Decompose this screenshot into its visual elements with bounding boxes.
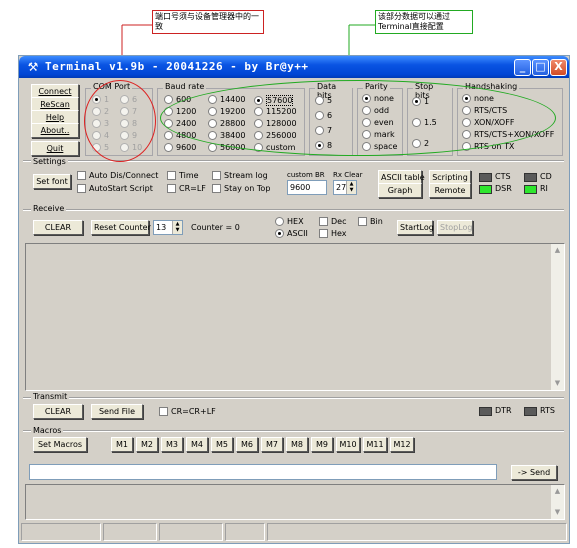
maximize-icon[interactable]: □ — [532, 59, 549, 76]
status-panel — [267, 523, 567, 541]
spinner-arrows-icon[interactable]: ▲ ▼ — [172, 221, 182, 234]
macro-m6-button[interactable]: M6 — [236, 437, 258, 452]
cd-label: CD — [540, 172, 552, 181]
macro-m11-button[interactable]: M11 — [363, 437, 387, 452]
baud-radio[interactable]: 9600 — [164, 143, 196, 152]
scroll-up-icon[interactable]: ▲ — [551, 485, 564, 498]
stay-on-top-checkbox[interactable]: Stay on Top — [212, 184, 270, 193]
bin-checkbox[interactable]: Bin — [358, 217, 383, 226]
status-panel — [225, 523, 265, 541]
quit-button[interactable]: Quit — [31, 141, 79, 156]
terminal-app-icon: ⚒ — [27, 60, 39, 74]
cr-crlf-checkbox[interactable]: CR=CR+LF — [159, 407, 216, 416]
annotation-green-ellipse — [160, 80, 556, 156]
send-button[interactable]: -> Send — [511, 465, 557, 480]
scroll-up-icon[interactable]: ▲ — [551, 244, 564, 257]
settings-separator — [23, 160, 564, 162]
reset-counter-button[interactable]: Reset Counter — [91, 220, 151, 235]
settings-label: Settings — [31, 157, 68, 166]
window-title: Terminal v1.9b - 20041226 - by Br@y++ — [45, 60, 309, 73]
macros-label: Macros — [31, 426, 64, 435]
transmit-scrollbar[interactable]: ▲ ▼ — [551, 485, 564, 519]
rx-clear-spinner[interactable]: 27 ▲ ▼ — [333, 180, 357, 195]
macro-m12-button[interactable]: M12 — [390, 437, 414, 452]
ascii-radio-selected[interactable]: ASCII — [275, 229, 308, 238]
macros-separator — [23, 430, 564, 432]
counter-spinner[interactable]: 13 ▲ ▼ — [153, 220, 183, 235]
ri-label: RI — [540, 184, 548, 193]
cd-led-icon — [524, 173, 537, 182]
rx-clear-label: Rx Clear — [333, 171, 363, 179]
graph-button[interactable]: Graph — [378, 183, 422, 198]
scroll-down-icon[interactable]: ▼ — [551, 377, 564, 390]
dtr-label: DTR — [495, 406, 512, 415]
custom-br-input[interactable]: 9600 — [287, 180, 327, 195]
dsr-label: DSR — [495, 184, 512, 193]
send-input[interactable] — [29, 464, 497, 480]
autostart-script-checkbox[interactable]: AutoStart Script — [77, 184, 153, 193]
startlog-button[interactable]: StartLog — [397, 220, 434, 235]
custom-br-label: custom BR — [287, 171, 325, 179]
transmit-separator — [23, 397, 564, 399]
annotation-red-ellipse — [84, 80, 156, 162]
receive-label: Receive — [31, 204, 67, 213]
time-checkbox[interactable]: Time — [167, 171, 199, 180]
receive-text-area[interactable]: ▲ ▼ — [25, 243, 565, 391]
dec-checkbox[interactable]: Dec — [319, 217, 346, 226]
macro-m1-button[interactable]: M1 — [111, 437, 133, 452]
minimize-icon[interactable]: _ — [514, 59, 531, 76]
transmit-clear-button[interactable]: CLEAR — [33, 404, 83, 419]
macro-m10-button[interactable]: M10 — [336, 437, 360, 452]
macro-m5-button[interactable]: M5 — [211, 437, 233, 452]
about-button[interactable]: About.. — [31, 123, 79, 138]
cts-led-icon — [479, 173, 492, 182]
ri-led-icon — [524, 185, 537, 194]
hex-checkbox[interactable]: Hex — [319, 229, 347, 238]
close-icon[interactable]: X — [550, 59, 567, 76]
macro-m8-button[interactable]: M8 — [286, 437, 308, 452]
spinner-arrows-icon[interactable]: ▲ ▼ — [346, 181, 356, 194]
status-panel — [21, 523, 101, 541]
macro-m2-button[interactable]: M2 — [136, 437, 158, 452]
remote-button[interactable]: Remote — [429, 183, 471, 198]
status-panel — [103, 523, 157, 541]
receive-clear-button[interactable]: CLEAR — [33, 220, 83, 235]
baud-rate-label: Baud rate — [163, 82, 207, 91]
stream-log-checkbox[interactable]: Stream log — [212, 171, 268, 180]
transmit-label: Transmit — [31, 392, 70, 401]
dtr-led-icon — [479, 407, 492, 416]
rts-led-icon — [524, 407, 537, 416]
rts-label: RTS — [540, 406, 555, 415]
cts-label: CTS — [495, 172, 511, 181]
scroll-down-icon[interactable]: ▼ — [551, 506, 564, 519]
macro-m9-button[interactable]: M9 — [311, 437, 333, 452]
set-macros-button[interactable]: Set Macros — [33, 437, 87, 452]
title-bar[interactable]: ⚒ Terminal v1.9b - 20041226 - by Br@y++ … — [19, 56, 569, 78]
dsr-led-icon — [479, 185, 492, 194]
auto-dis-connect-checkbox[interactable]: Auto Dis/Connect — [77, 171, 158, 180]
counter-text: Counter = 0 — [191, 223, 240, 232]
macro-m3-button[interactable]: M3 — [161, 437, 183, 452]
receive-separator — [23, 209, 564, 211]
receive-scrollbar[interactable]: ▲ ▼ — [551, 244, 564, 390]
transmit-text-area[interactable]: ▲ ▼ — [25, 484, 565, 520]
macro-m7-button[interactable]: M7 — [261, 437, 283, 452]
status-panel — [159, 523, 223, 541]
hex-radio[interactable]: HEX — [275, 217, 304, 226]
set-font-button[interactable]: Set font — [33, 174, 71, 189]
macro-m4-button[interactable]: M4 — [186, 437, 208, 452]
send-file-button[interactable]: Send File — [91, 404, 143, 419]
cr-lf-checkbox[interactable]: CR=LF — [167, 184, 206, 193]
stoplog-button[interactable]: StopLog — [437, 220, 473, 235]
